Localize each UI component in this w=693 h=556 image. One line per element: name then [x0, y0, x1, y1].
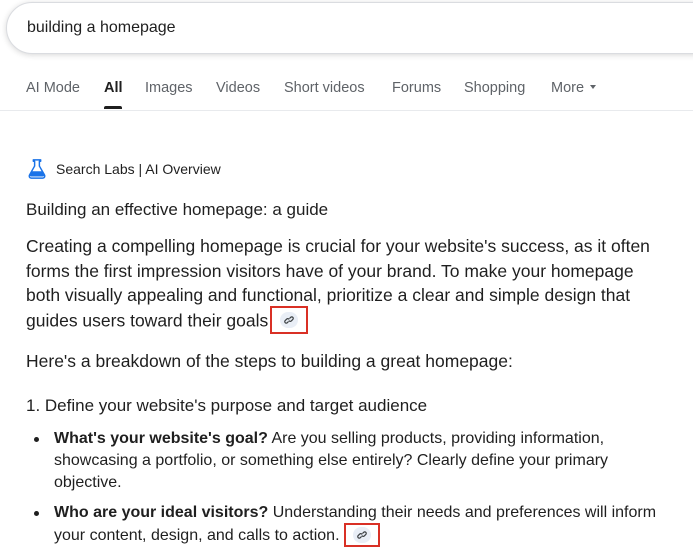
- link-icon: [284, 315, 295, 324]
- tab-forums[interactable]: Forums: [392, 80, 441, 96]
- tab-shopping[interactable]: Shopping: [464, 80, 525, 96]
- overview-title: Building an effective homepage: a guide: [26, 200, 329, 219]
- step-1-heading: 1. Define your website's purpose and tar…: [26, 396, 428, 415]
- ai-overview-label: Search Labs | AI Overview: [56, 161, 221, 177]
- citation-chip: [352, 527, 371, 543]
- step-1-bullets: What's your website's goal? Are you sell…: [26, 428, 666, 556]
- list-item: What's your website's goal? Are you sell…: [26, 428, 666, 494]
- ai-overview-badge: Search Labs | AI Overview: [26, 158, 221, 180]
- bullet-bold-lead: Who are your ideal visitors?: [54, 504, 269, 521]
- active-tab-indicator: [104, 106, 122, 109]
- tab-all[interactable]: All: [104, 80, 123, 96]
- overview-intro: Creating a compelling homepage is crucia…: [26, 234, 666, 336]
- flask-icon: [28, 159, 46, 179]
- citation-chip: [280, 311, 299, 328]
- breakdown-text: Here's a breakdown of the steps to build…: [26, 351, 513, 371]
- overview-intro-text: Creating a compelling homepage is crucia…: [26, 236, 650, 331]
- caret-down-icon: [590, 85, 597, 90]
- link-icon: [356, 531, 367, 539]
- tab-videos[interactable]: Videos: [216, 80, 260, 96]
- tab-more[interactable]: More: [551, 80, 597, 96]
- tab-images[interactable]: Images: [145, 80, 193, 96]
- citation-link-button[interactable]: [343, 523, 380, 547]
- bullet-bold-lead: What's your website's goal?: [54, 430, 268, 447]
- citation-link-button[interactable]: [270, 305, 309, 334]
- search-input[interactable]: [27, 17, 627, 39]
- list-item: Who are your ideal visitors? Understandi…: [26, 502, 666, 548]
- tab-short-videos[interactable]: Short videos: [284, 80, 365, 96]
- tab-ai-mode[interactable]: AI Mode: [26, 80, 80, 96]
- search-bar[interactable]: [6, 2, 693, 54]
- tab-more-label: More: [551, 80, 585, 96]
- search-tabs: AI Mode All Images Videos Short videos F…: [0, 70, 693, 111]
